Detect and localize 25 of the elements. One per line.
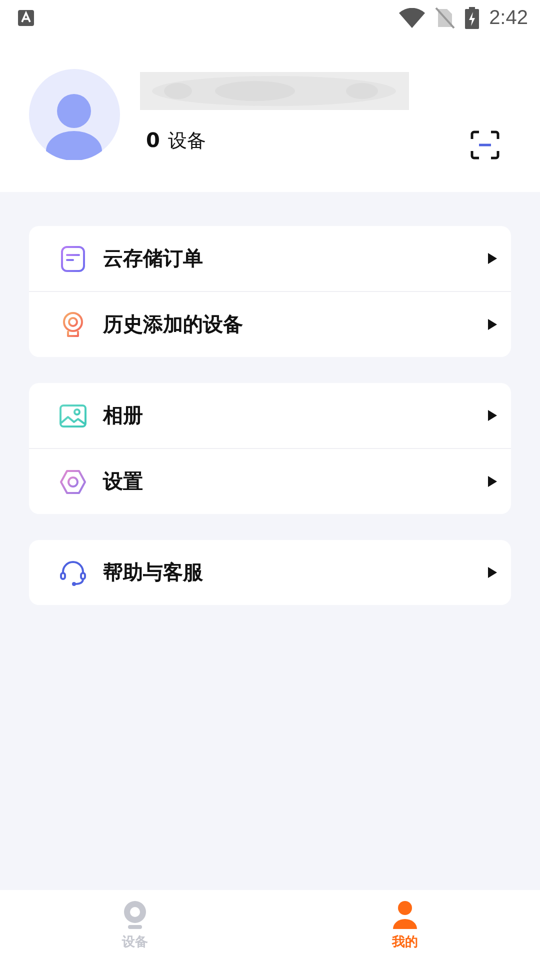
menu-item[interactable]: 帮助与客服 <box>29 540 511 605</box>
menu-item[interactable]: 历史添加的设备 <box>29 291 511 357</box>
keyboard-notification-icon <box>18 10 34 26</box>
arrow-icon <box>488 410 497 421</box>
battery-charging-icon <box>465 7 480 29</box>
menu-item[interactable]: 相册 <box>29 383 511 448</box>
document-icon <box>59 244 87 272</box>
arrow-icon <box>488 319 497 330</box>
person-icon <box>391 900 419 930</box>
hexagon-settings-icon <box>59 468 87 496</box>
image-icon <box>59 402 87 430</box>
clock-time: 2:42 <box>489 6 528 30</box>
menu-item[interactable]: 云存储订单 <box>29 226 511 291</box>
device-label: 设备 <box>168 129 206 154</box>
menu-item[interactable]: 设置 <box>29 448 511 514</box>
avatar-icon <box>29 69 120 160</box>
no-sim-icon <box>435 7 456 29</box>
camera-icon <box>121 900 149 930</box>
headset-icon <box>59 558 87 586</box>
arrow-icon <box>488 567 497 578</box>
arrow-icon <box>488 253 497 264</box>
device-count: 0 <box>146 128 160 152</box>
arrow-icon <box>488 476 497 487</box>
wifi-icon <box>399 8 426 28</box>
scan-icon[interactable] <box>470 130 500 160</box>
